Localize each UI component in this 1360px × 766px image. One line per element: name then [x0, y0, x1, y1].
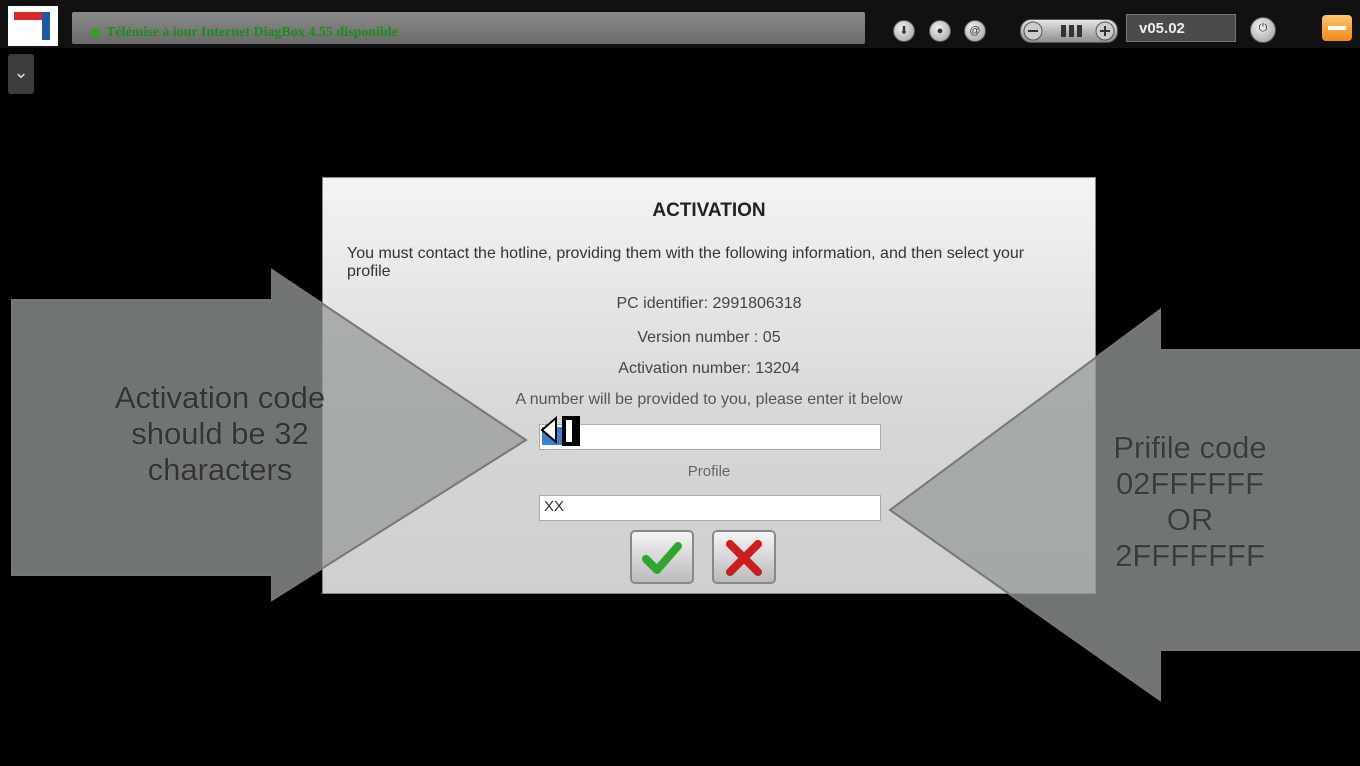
left-annotation-line: characters — [147, 452, 293, 487]
accept-button[interactable] — [630, 530, 694, 584]
pc-identifier: PC identifier: 2991806318 — [616, 295, 802, 312]
user-icon[interactable]: ● — [929, 20, 951, 42]
checkmark-icon — [642, 542, 682, 574]
activation-code-field[interactable] — [539, 424, 881, 450]
activation-number: Activation number: 13204 — [618, 360, 800, 377]
download-icon[interactable]: ⬇ — [893, 20, 915, 42]
cancel-button[interactable] — [712, 530, 776, 584]
close-icon — [726, 540, 762, 576]
minimize-button[interactable] — [1322, 15, 1352, 41]
profile-field[interactable]: XX — [539, 495, 881, 521]
cursor-icon — [540, 415, 580, 446]
left-annotation-line: Activation code — [114, 380, 326, 415]
update-notice[interactable]: Télémise à iour Internet DiagBox 4.55 di… — [72, 12, 865, 44]
left-annotation-line: should be 32 — [131, 416, 309, 451]
profile-label: Profile — [687, 463, 731, 480]
version-number: Version number : 05 — [637, 329, 781, 346]
version-label: v05.02 — [1126, 14, 1236, 42]
right-annotation: Prifile code 02FFFFFF OR 2FFFFFFF — [1060, 430, 1320, 574]
code-prompt: A number will be provided to you, please… — [515, 391, 903, 408]
chevron-down-icon[interactable]: ⌄ — [8, 54, 34, 94]
right-annotation-line: 02FFFFFF — [1115, 466, 1265, 501]
right-annotation-line: OR — [1166, 502, 1214, 537]
left-annotation: Activation code should be 32 characters — [55, 380, 385, 488]
activation-dialog: ACTIVATION You must contact the hotline,… — [322, 177, 1096, 594]
app-logo — [8, 6, 58, 46]
right-annotation-line: 2FFFFFFF — [1115, 538, 1265, 573]
dialog-instruction: You must contact the hotline, providing … — [347, 245, 1025, 280]
volume-control[interactable] — [1020, 19, 1118, 43]
top-bar: Télémise à iour Internet DiagBox 4.55 di… — [0, 0, 1360, 48]
power-icon[interactable]: ⏻ — [1250, 17, 1276, 43]
update-notice-text: Télémise à iour Internet DiagBox 4.55 di… — [106, 25, 398, 40]
dialog-title: ACTIVATION — [652, 200, 766, 221]
minimize-icon — [1328, 26, 1346, 30]
at-icon[interactable]: @ — [964, 20, 986, 42]
volume-minus-plus-icon — [1023, 21, 1115, 41]
right-annotation-line: Prifile code — [1113, 430, 1267, 465]
globe-icon — [90, 28, 100, 38]
